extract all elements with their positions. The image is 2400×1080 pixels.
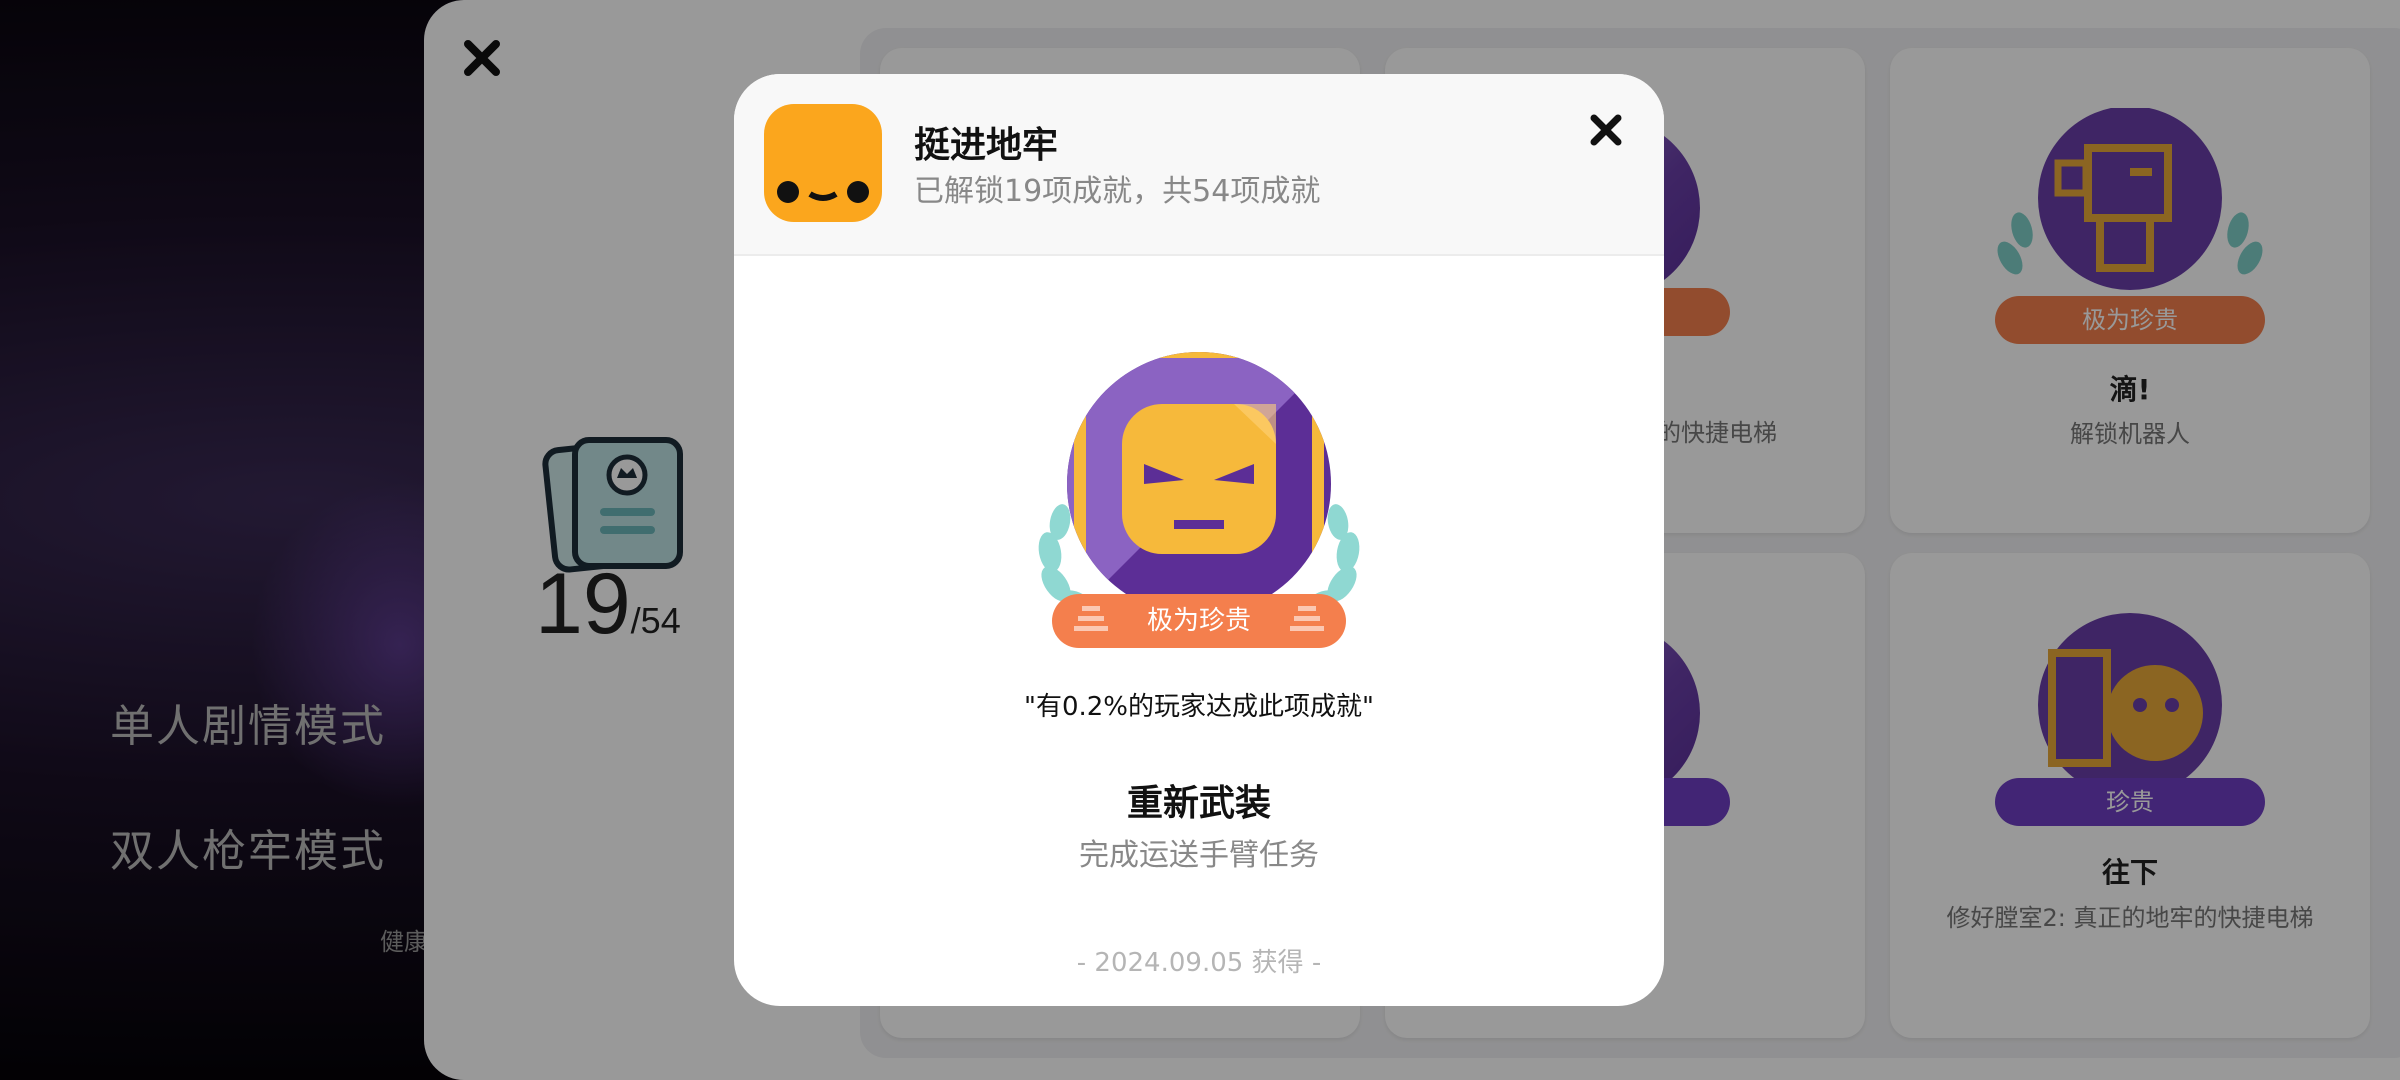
- achievement-description: 完成运送手臂任务: [1079, 838, 1319, 873]
- close-icon[interactable]: [1586, 110, 1626, 150]
- game-icon: [764, 104, 882, 222]
- dialog-header: 挺进地牢 已解锁19项成就，共54项成就: [734, 74, 1664, 256]
- achievement-detail-dialog: 挺进地牢 已解锁19项成就，共54项成就 极为珍贵 "有0.2%的玩家达成此项成…: [734, 74, 1664, 1006]
- achievement-count: 已解锁19项成就，共54项成就: [914, 174, 1321, 209]
- badge-rarity-label: 极为珍贵: [1146, 606, 1251, 636]
- game-title: 挺进地牢: [914, 125, 1059, 166]
- rarity-percentage: "有0.2%的玩家达成此项成就": [1024, 692, 1374, 722]
- achievement-title: 重新武装: [1126, 783, 1271, 824]
- achievement-date: - 2024.09.05 获得 -: [1076, 948, 1322, 978]
